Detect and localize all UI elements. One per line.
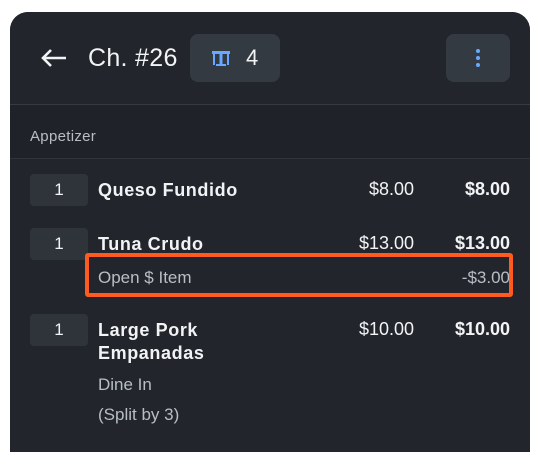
item-quantity[interactable]: 1 <box>30 314 88 346</box>
item-total-price: $13.00 <box>454 233 510 253</box>
item-name[interactable]: Queso Fundido <box>98 179 238 202</box>
check-title: Ch. #26 <box>88 44 178 72</box>
arrow-left-icon <box>41 49 66 67</box>
check-screen: Ch. #26 4 Appetizer 1 Queso Fundido $8.0… <box>10 12 530 452</box>
item-unit-price: $10.00 <box>358 319 414 339</box>
table-icon <box>212 51 230 66</box>
back-button[interactable] <box>38 42 70 74</box>
check-header: Ch. #26 4 <box>10 12 530 105</box>
item-list <box>10 159 530 452</box>
item-unit-price: $13.00 <box>358 233 414 253</box>
item-unit-price: $8.00 <box>368 179 414 199</box>
item-total-price: $10.00 <box>454 319 510 339</box>
item-quantity[interactable]: 1 <box>30 174 88 206</box>
item-total-price: $8.00 <box>464 179 510 199</box>
table-chip[interactable]: 4 <box>190 34 280 82</box>
more-vertical-icon <box>476 49 480 67</box>
item-note: (Split by 3) <box>98 405 180 424</box>
item-name-line2[interactable]: Empanadas <box>98 342 204 365</box>
section-label: Appetizer <box>30 128 97 145</box>
item-quantity[interactable]: 1 <box>30 228 88 260</box>
modifier-highlight-box <box>85 253 513 297</box>
table-guest-count: 4 <box>246 45 259 70</box>
item-name-line1[interactable]: Large Pork <box>98 319 198 342</box>
item-note: Dine In <box>98 375 152 394</box>
more-options-button[interactable] <box>446 34 510 82</box>
